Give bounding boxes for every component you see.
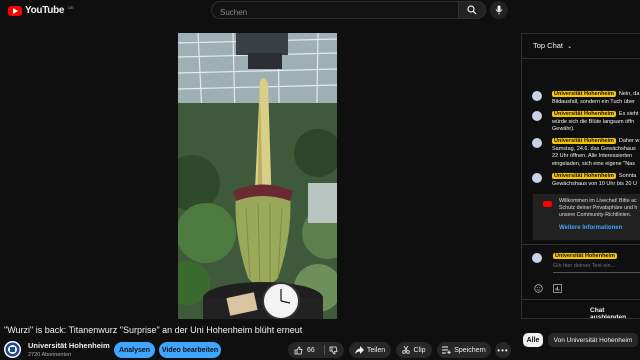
search-box[interactable] <box>211 1 459 19</box>
clip-button[interactable]: Clip <box>396 342 432 358</box>
search-input[interactable] <box>218 7 422 18</box>
input-author-badge: Universität Hohenheim <box>553 253 617 259</box>
message-line: würde sich die Blüte langsam öffn <box>552 118 635 125</box>
logo-text: YouTube <box>25 5 65 16</box>
microphone-icon <box>495 5 503 15</box>
university-seal-icon <box>5 342 20 357</box>
message-text: Universität Hohenheim Es sieht würde sich… <box>552 111 638 134</box>
message-line: Nein, da <box>618 91 640 97</box>
message-line: Samstag, 24.6. das Gewächshaus <box>552 145 636 152</box>
poll-icon <box>553 284 562 293</box>
author-avatar <box>532 173 542 183</box>
poll-button[interactable] <box>553 280 562 298</box>
thumbs-up-icon <box>294 346 303 354</box>
message-line: Sonnta <box>618 173 637 179</box>
save-button[interactable]: Speichern <box>437 342 491 358</box>
author-badge[interactable]: Universität Hohenheim <box>552 138 616 144</box>
message-line: Daher w <box>618 138 640 144</box>
emoji-icon <box>534 284 543 293</box>
like-divider <box>323 345 325 355</box>
video-frame-image <box>178 33 337 319</box>
chat-mode-label: Top Chat <box>533 41 564 50</box>
logo-region: DE <box>68 5 74 10</box>
add-to-playlist-icon <box>442 346 451 354</box>
author-badge[interactable]: Universität Hohenheim <box>552 111 616 117</box>
notice-line: Willkommen im Livechat! Bitte ac <box>559 198 637 204</box>
my-avatar <box>532 253 542 263</box>
video-player[interactable] <box>178 33 337 319</box>
author-avatar <box>532 111 542 121</box>
chevron-down-icon: ⌄ <box>567 44 573 50</box>
youtube-icon <box>543 201 552 207</box>
share-icon <box>354 346 364 354</box>
message-line: 22 Uhr öffnen. Alle Interessierten <box>552 153 633 159</box>
message-line: Gewächshaus von 10 Uhr bis 20 U <box>552 180 637 187</box>
message-text: Universität Hohenheim Daher w Samstag, 24… <box>552 138 639 168</box>
analytics-button[interactable]: Analysen <box>114 342 155 358</box>
more-info-link[interactable]: Weitere Informationen <box>559 225 622 231</box>
filter-chip-all[interactable]: Alle <box>523 333 543 347</box>
chat-header: Top Chat ⌄ <box>522 34 640 59</box>
voice-search-button[interactable] <box>490 1 508 19</box>
message-line: Gewähr). <box>552 126 575 132</box>
hide-chat-button[interactable]: Chat ausblenden <box>590 307 640 318</box>
notice-line: Schutz deiner Privatsphäre und h <box>559 205 638 211</box>
chat-mode-selector[interactable]: Top Chat ⌄ <box>533 41 572 50</box>
search-icon <box>467 5 477 15</box>
like-dislike-group[interactable]: 66 <box>288 342 344 358</box>
author-avatar <box>532 91 542 101</box>
scissors-icon <box>402 346 411 354</box>
message-text: Universität Hohenheim Sonnta Gewächshaus … <box>552 173 637 188</box>
share-label: Teilen <box>366 346 386 354</box>
input-underline <box>553 272 640 273</box>
youtube-play-icon <box>8 5 22 16</box>
video-title: "Wurzi" is back: Titanenwurz "Surprise" … <box>4 325 303 335</box>
message-line: eingeladen, sich eine eigene "Nas <box>552 160 635 167</box>
message-line: Bildausfall, sondern ein Tuch über <box>552 98 635 105</box>
more-horizontal-icon: ••• <box>497 345 509 355</box>
chat-message-input[interactable] <box>553 263 633 269</box>
save-label: Speichern <box>454 346 486 354</box>
chat-footer: Chat ausblenden <box>522 299 640 318</box>
chat-welcome-notice: Willkommen im Livechat! Bitte ac Schutz … <box>533 194 640 240</box>
filter-chip-channel[interactable]: Von Universität Hohenheim <box>548 333 638 347</box>
message-line: Es sieht <box>618 111 639 117</box>
emoji-button[interactable] <box>534 280 543 298</box>
notice-line: unsere Community-Richtlinien. <box>559 212 632 218</box>
channel-avatar[interactable] <box>4 341 21 358</box>
search-button[interactable] <box>458 1 486 19</box>
message-text: Universität Hohenheim Nein, da Bildausfal… <box>552 91 639 106</box>
notice-text: Willkommen im Livechat! Bitte ac Schutz … <box>559 198 637 219</box>
thumbs-down-icon[interactable] <box>329 346 338 355</box>
edit-video-button[interactable]: Video bearbeiten <box>159 342 221 358</box>
clip-label: Clip <box>413 346 426 354</box>
chat-divider <box>522 244 640 245</box>
share-button[interactable]: Teilen <box>349 342 391 358</box>
subscriber-count: 2720 Abonnenten <box>28 352 72 358</box>
channel-name[interactable]: Universität Hohenheim <box>28 341 110 350</box>
author-badge[interactable]: Universität Hohenheim <box>552 91 616 97</box>
youtube-logo[interactable]: YouTube DE <box>8 5 74 16</box>
like-count: 66 <box>307 346 315 354</box>
more-actions-button[interactable]: ••• <box>495 342 511 358</box>
author-avatar <box>532 138 542 148</box>
live-chat-panel: Top Chat ⌄ Universität Hohenheim Nein, da… <box>521 33 640 319</box>
input-author: Universität Hohenheim <box>553 253 620 259</box>
author-badge[interactable]: Universität Hohenheim <box>552 173 616 179</box>
